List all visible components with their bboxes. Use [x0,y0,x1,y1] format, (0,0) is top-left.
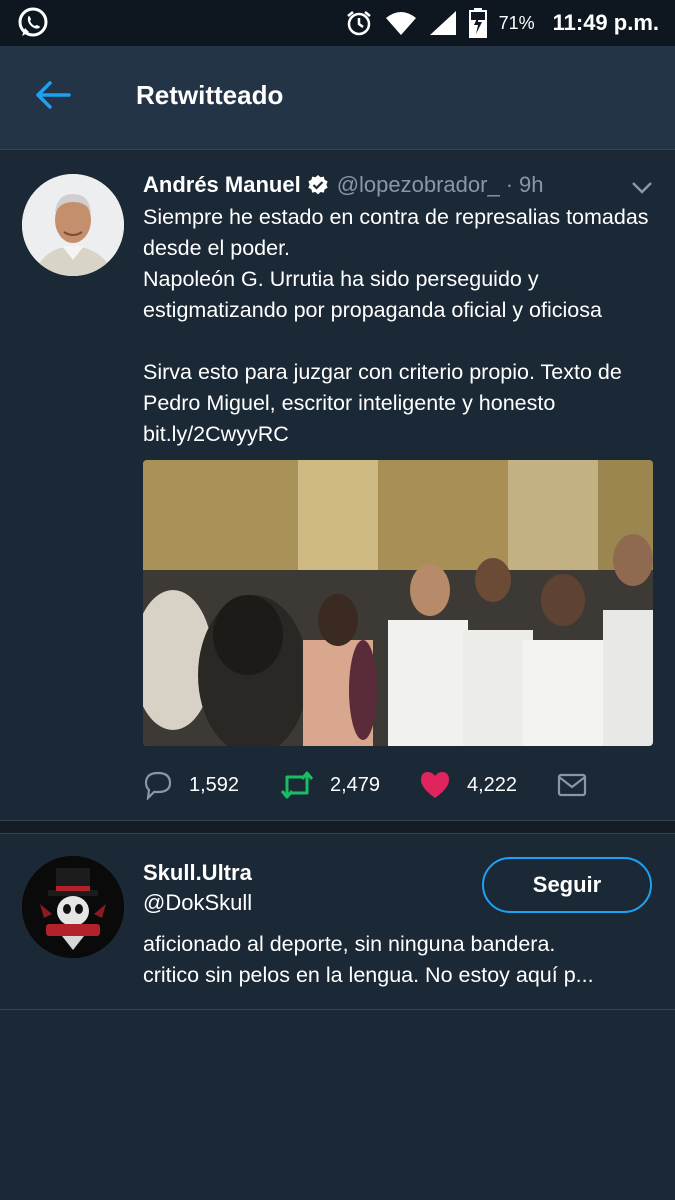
whatsapp-icon [18,7,48,37]
tweet-body: Siempre he estado en contra de represali… [143,205,649,415]
follow-button[interactable]: Seguir [482,857,652,913]
author-name[interactable]: Andrés Manuel [143,172,301,198]
avatar[interactable] [22,174,124,276]
top-app-bar: Retwitteado [0,46,675,150]
tweet-actions: 1,592 2,479 4,222 [143,766,653,804]
section-divider [0,820,675,834]
direct-message-button[interactable] [557,766,587,804]
status-bar: 71% 11:49 p.m. [0,0,675,46]
back-arrow-icon[interactable] [34,80,72,110]
retweet-count: 2,479 [330,773,381,796]
like-button[interactable]: 4,222 [419,766,517,804]
user-bio-line: critico sin pelos en la lengua. No estoy… [143,963,594,987]
chevron-down-icon[interactable] [630,180,654,196]
tweet-time: 9h [519,172,544,197]
tweet-header: Andrés Manuel @lopezobrador_ · 9h [143,170,544,200]
user-bio-line: aficionado al deporte, sin ninguna bande… [143,932,556,956]
verified-icon [308,175,328,195]
envelope-icon [557,773,587,797]
reply-count: 1,592 [189,773,240,796]
user-bio: aficionado al deporte, sin ninguna bande… [143,929,653,991]
wifi-icon [385,12,416,35]
heart-icon [421,772,449,798]
clock: 11:49 p.m. [552,10,659,35]
avatar[interactable] [22,856,124,958]
alarm-icon [346,11,371,36]
reply-icon [144,771,172,800]
page-title: Retwitteado [136,80,284,110]
tweet-photo[interactable] [143,460,653,746]
retweet-icon [280,771,314,799]
tweet[interactable]: Andrés Manuel @lopezobrador_ · 9h Siempr… [0,150,675,822]
battery-charging-icon [468,8,487,38]
signal-icon [429,11,456,35]
author-handle[interactable]: @lopezobrador_ [337,172,500,198]
reply-button[interactable]: 1,592 [143,766,239,804]
retweet-button[interactable]: 2,479 [280,766,380,804]
separator: · [505,172,514,197]
tweet-link[interactable]: bit.ly/2CwyyRC [143,422,289,446]
tweet-text: Siempre he estado en contra de represali… [143,202,658,450]
user-card[interactable]: Skull.Ultra @DokSkull aficionado al depo… [0,834,675,1010]
battery-percent: 71% [498,12,535,33]
like-count: 4,222 [467,773,518,796]
user-handle[interactable]: @DokSkull [143,890,252,916]
user-name[interactable]: Skull.Ultra [143,860,252,886]
